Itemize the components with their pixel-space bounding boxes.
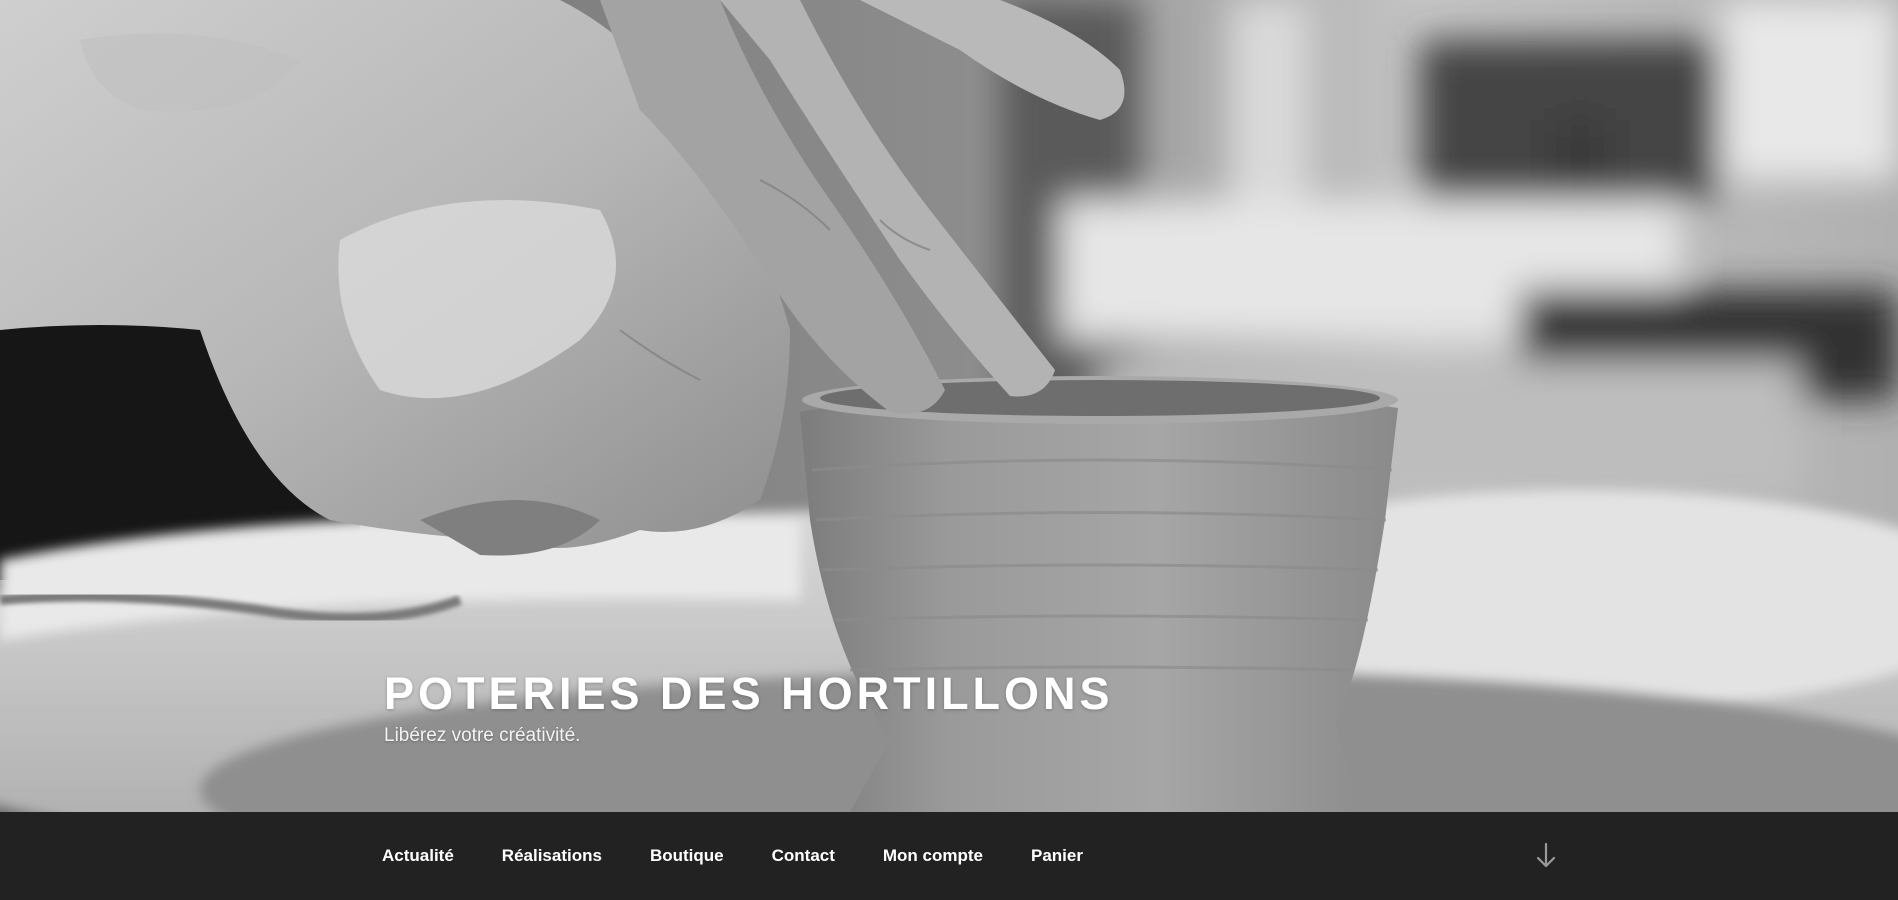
header-hero: POTERIES DES HORTILLONS Libérez votre cr… [0, 0, 1898, 812]
main-navigation: Actualité Réalisations Boutique Contact … [0, 812, 1898, 900]
nav-item-mon-compte[interactable]: Mon compte [883, 846, 983, 866]
arrow-down-icon [1536, 842, 1556, 868]
nav-item-contact[interactable]: Contact [772, 846, 835, 866]
scroll-down-button[interactable] [1534, 842, 1558, 870]
nav-item-boutique[interactable]: Boutique [650, 846, 724, 866]
nav-item-actualite[interactable]: Actualité [382, 846, 454, 866]
site-title[interactable]: POTERIES DES HORTILLONS [384, 668, 1284, 720]
page: POTERIES DES HORTILLONS Libérez votre cr… [0, 0, 1898, 900]
nav-menu: Actualité Réalisations Boutique Contact … [382, 812, 1131, 900]
nav-item-realisations[interactable]: Réalisations [502, 846, 602, 866]
nav-item-panier[interactable]: Panier [1031, 846, 1083, 866]
site-description: Libérez votre créativité. [384, 725, 581, 746]
site-branding: POTERIES DES HORTILLONS Libérez votre cr… [384, 668, 1284, 748]
